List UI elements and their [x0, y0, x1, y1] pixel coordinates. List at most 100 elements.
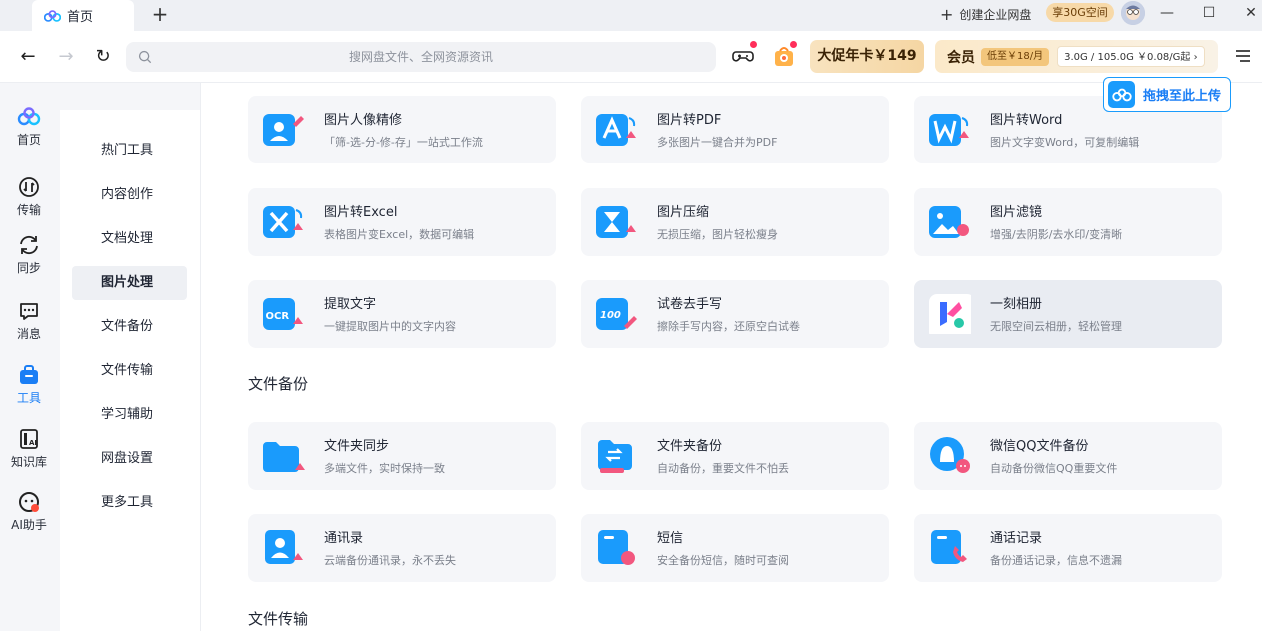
create-enterprise-label: 创建企业网盘 — [959, 7, 1032, 22]
tool-card-image-to-pdf[interactable]: 图片转PDF 多张图片一键合并为PDF — [581, 96, 889, 163]
section-title-transfer: 文件传输 — [248, 610, 309, 628]
portrait-retouch-icon — [263, 114, 304, 146]
home-cloud-icon — [17, 107, 41, 126]
annual-card-promo-button[interactable]: 大促年卡￥149 — [810, 40, 924, 73]
category-more-tools[interactable]: 更多工具 — [72, 486, 187, 520]
tool-title: 短信 — [657, 531, 684, 546]
category-file-transfer[interactable]: 文件传输 — [72, 354, 187, 388]
tool-category-list: 热门工具 内容创作 文档处理 图片处理 文件备份 文件传输 学习辅助 网盘设置 … — [60, 110, 200, 631]
search-input[interactable] — [126, 42, 716, 72]
category-study[interactable]: 学习辅助 — [72, 398, 187, 432]
member-price-badge: 低至￥18/月 — [981, 47, 1050, 66]
image-compress-icon — [596, 206, 636, 238]
baidu-netdisk-logo-icon — [44, 9, 61, 22]
drag-upload-zone[interactable]: 拖拽至此上传 — [1103, 77, 1231, 112]
search-box — [126, 42, 716, 72]
tool-card-portrait-retouch[interactable]: 图片人像精修 「筛-选-分-修-存」一站式工作流 — [248, 96, 556, 163]
tab-label: 首页 — [67, 10, 94, 25]
plus-icon: + — [940, 4, 954, 24]
storage-usage[interactable]: 3.0G / 105.0G ￥0.08/G起 › — [1057, 46, 1205, 67]
tool-card-ocr[interactable]: OCR 提取文字 一键提取图片中的文字内容 — [248, 280, 556, 348]
tool-card-image-filter[interactable]: 图片滤镜 增强/去阴影/去水印/变清晰 — [914, 188, 1222, 256]
tool-card-folder-backup[interactable]: 文件夹备份 自动备份，重要文件不怕丢 — [581, 422, 889, 490]
tool-title: 通话记录 — [990, 531, 1043, 546]
rail-item-tools[interactable]: 工具 — [0, 363, 58, 413]
create-enterprise-button[interactable]: + 创建企业网盘 — [940, 4, 1031, 24]
image-to-word-icon — [929, 114, 969, 146]
rail-item-transfer[interactable]: 传输 — [0, 175, 58, 225]
tools-main-panel: 图片人像精修 「筛-选-分-修-存」一站式工作流 图片转PDF 多张图片一键合并… — [200, 83, 1262, 631]
tool-title: 通讯录 — [324, 531, 364, 546]
notification-dot — [750, 41, 757, 48]
call-log-icon — [931, 530, 967, 564]
transfer-icon — [19, 177, 39, 197]
minimize-button[interactable]: — — [1156, 2, 1178, 24]
tab-home[interactable]: 首页 — [32, 0, 134, 31]
category-image[interactable]: 图片处理 — [72, 266, 187, 300]
tool-title: 图片转Excel — [324, 205, 398, 220]
tool-desc: 安全备份短信，随时可查阅 — [657, 554, 789, 567]
tool-title: 图片人像精修 — [324, 113, 403, 128]
tool-card-sms[interactable]: 短信 安全备份短信，随时可查阅 — [581, 514, 889, 582]
tool-title: 文件夹同步 — [324, 439, 390, 454]
rail-label: 消息 — [16, 327, 41, 341]
tool-desc: 表格图片变Excel，数据可编辑 — [324, 228, 475, 241]
category-file-backup[interactable]: 文件备份 — [72, 310, 187, 344]
game-center-button[interactable] — [731, 41, 757, 68]
back-button[interactable]: ← — [16, 45, 40, 69]
enjoy-space-badge[interactable]: 享30G空间 — [1046, 3, 1114, 22]
tool-title: 微信QQ文件备份 — [990, 439, 1089, 454]
category-document[interactable]: 文档处理 — [72, 222, 187, 256]
tool-desc: 「筛-选-分-修-存」一站式工作流 — [324, 136, 483, 149]
rail-item-sync[interactable]: 同步 — [0, 233, 58, 283]
svg-text:OCR: OCR — [266, 311, 290, 322]
tool-card-wechat-qq-backup[interactable]: 微信QQ文件备份 自动备份微信QQ重要文件 — [914, 422, 1222, 490]
tool-card-image-to-excel[interactable]: 图片转Excel 表格图片变Excel，数据可编辑 — [248, 188, 556, 256]
left-rail: 首页 传输 同步 消息 工具 AI 知识库 AI助手 — [0, 83, 58, 631]
tool-desc: 一键提取图片中的文字内容 — [324, 320, 456, 333]
folder-sync-icon — [263, 442, 305, 472]
rail-item-messages[interactable]: 消息 — [0, 299, 58, 349]
forward-button[interactable]: → — [54, 45, 78, 69]
rail-item-ai-assistant[interactable]: AI助手 — [0, 490, 58, 540]
upload-cloud-icon — [1108, 81, 1135, 108]
refresh-button[interactable]: ↻ — [91, 45, 115, 69]
title-bar: 首页 + + 创建企业网盘 享30G空间 — ☐ ✕ — [0, 0, 1262, 31]
ai-assistant-icon — [19, 492, 39, 512]
sync-icon — [20, 235, 38, 255]
maximize-button[interactable]: ☐ — [1198, 2, 1220, 24]
user-avatar[interactable] — [1121, 1, 1145, 25]
category-content-creation[interactable]: 内容创作 — [72, 178, 187, 212]
message-icon — [20, 303, 38, 320]
image-filter-icon — [929, 206, 969, 238]
tool-title: 图片转Word — [990, 113, 1063, 128]
rail-item-home[interactable]: 首页 — [0, 105, 58, 155]
tool-card-call-log[interactable]: 通话记录 备份通话记录，信息不遗漏 — [914, 514, 1222, 582]
tool-title: 一刻相册 — [990, 297, 1043, 312]
rail-label: 传输 — [16, 203, 41, 217]
rail-item-knowledge[interactable]: AI 知识库 — [0, 427, 58, 477]
gift-button[interactable] — [772, 41, 797, 68]
tool-card-folder-sync[interactable]: 文件夹同步 多端文件，实时保持一致 — [248, 422, 556, 490]
svg-text:AI: AI — [29, 439, 37, 447]
rail-label: 知识库 — [10, 455, 47, 469]
tool-card-image-compress[interactable]: 图片压缩 无损压缩，图片轻松瘦身 — [581, 188, 889, 256]
tool-card-yike-album[interactable]: 一刻相册 无限空间云相册，轻松管理 — [914, 280, 1222, 348]
tool-desc: 多张图片一键合并为PDF — [657, 136, 778, 149]
upload-label: 拖拽至此上传 — [1143, 89, 1222, 104]
close-window-button[interactable]: ✕ — [1240, 2, 1262, 24]
image-to-excel-icon — [263, 206, 303, 238]
category-hot-tools[interactable]: 热门工具 — [72, 134, 187, 168]
new-tab-button[interactable]: + — [150, 3, 170, 25]
tool-desc: 擦除手写内容，还原空白试卷 — [657, 320, 800, 333]
tool-card-exam-erase[interactable]: 100 试卷去手写 擦除手写内容，还原空白试卷 — [581, 280, 889, 348]
toolbar: ← → ↻ 大促年卡￥149 会员 低至￥18/月 3.0G / 105.0G … — [0, 31, 1262, 83]
member-label: 会员 — [947, 49, 975, 66]
menu-icon[interactable] — [1236, 49, 1250, 63]
tool-card-contacts[interactable]: 通讯录 云端备份通讯录，永不丢失 — [248, 514, 556, 582]
category-settings[interactable]: 网盘设置 — [72, 442, 187, 476]
member-entry[interactable]: 会员 低至￥18/月 3.0G / 105.0G ￥0.08/G起 › — [935, 40, 1218, 73]
tool-desc: 无限空间云相册，轻松管理 — [990, 320, 1122, 333]
rail-label: 首页 — [16, 133, 41, 147]
exam-erase-icon: 100 — [596, 298, 637, 330]
